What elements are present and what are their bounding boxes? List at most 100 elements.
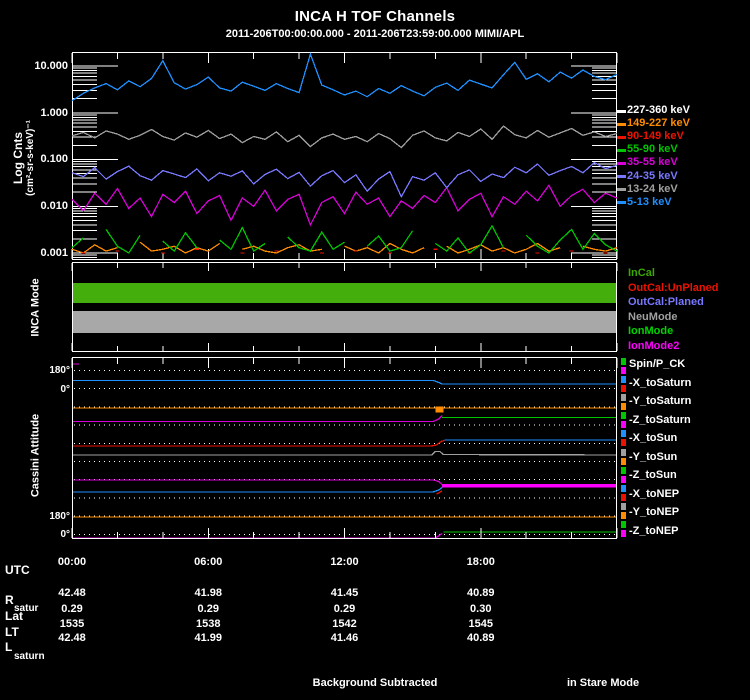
panel-border: [72, 52, 617, 260]
legend-item-90-149 keV: 90-149 keV: [627, 130, 684, 143]
attitude-ytick-0-bot: 0°: [60, 529, 70, 540]
legend-item-IonMode: IonMode: [628, 325, 674, 337]
table-cell-l-0: 42.48: [58, 632, 86, 644]
legend-item--X_toSun: -X_toSun: [629, 432, 678, 444]
attitude-line: [72, 415, 443, 423]
lt-row-label: LT: [5, 625, 19, 639]
mode-active-upper: [73, 283, 616, 303]
table-cell-lat-1: 0.29: [197, 603, 219, 615]
plot-canvas: INCA H TOF Channels 2011-206T00:00:00.00…: [0, 0, 750, 700]
attitude-line: [72, 439, 445, 447]
tof-channels-panel: [71, 52, 618, 260]
table-cell-l-1: 41.99: [194, 632, 223, 644]
legend-item--Y_toSaturn: -Y_toSaturn: [629, 395, 692, 407]
r-row-label: R: [5, 593, 14, 607]
tof-ytick-0p1: 0.100: [40, 153, 68, 165]
table-cell-lat-0: 0.29: [61, 603, 83, 615]
panel-border: [72, 262, 617, 352]
edge-key: [621, 430, 626, 438]
edge-key: [621, 448, 626, 456]
time-range-subtitle: 2011-206T00:00:00.000 - 2011-206T23:59:0…: [225, 28, 525, 40]
mode-y-axis-title: INCA Mode: [29, 278, 42, 337]
legend-key-90-149 keV: [617, 135, 626, 139]
legend-item-13-24 keV: 13-24 keV: [627, 182, 678, 195]
attitude-y-axis-title: Cassini Attitude: [29, 413, 42, 498]
trace-55-90 keV: [287, 230, 345, 252]
legend-item-OutCal:UnPlaned: OutCal:UnPlaned: [628, 281, 719, 294]
table-cell-lat-2: 0.29: [333, 603, 356, 615]
legend-item--Y_toNEP: -Y_toNEP: [629, 506, 680, 518]
legend-item--Z_toSun: -Z_toSun: [629, 469, 677, 481]
attitude-line: [72, 450, 618, 456]
table-cell-l-3: 40.89: [466, 632, 495, 644]
edge-key: [621, 512, 626, 520]
table-cell-r-3: 40.89: [466, 587, 495, 599]
background-subtracted-note: Background Subtracted: [312, 677, 438, 689]
table-cell-lt-3: 1545: [468, 618, 493, 630]
legend-item--Z_toSaturn: -Z_toSaturn: [629, 413, 691, 426]
edge-key: [621, 475, 626, 483]
attitude-line: [72, 486, 443, 493]
table-cell-lt-0: 1535: [59, 618, 85, 630]
stare-mode-note: in Stare Mode: [566, 677, 640, 689]
edge-key: [621, 393, 626, 401]
legend-item-InCal: InCal: [628, 267, 655, 279]
attitude-line: [72, 479, 443, 485]
l-row-label: L: [5, 640, 13, 654]
legend-item--X_toSaturn: -X_toSaturn: [629, 376, 692, 389]
edge-key: [621, 466, 626, 474]
edge-key: [621, 384, 626, 392]
edge-key: [621, 503, 626, 511]
l-row-sub: saturn: [14, 651, 45, 662]
table-cell-r-2: 41.45: [330, 587, 359, 599]
edge-key: [621, 375, 626, 383]
legend-item-OutCal:Planed: OutCal:Planed: [628, 296, 704, 308]
trace-149-227 keV: [139, 241, 220, 254]
edge-key: [621, 357, 626, 365]
attitude-line: [436, 490, 443, 495]
attitude-ytick-180-top: 180°: [49, 365, 70, 376]
legend-item-149-227 keV: 149-227 keV: [627, 117, 690, 130]
edge-key: [621, 366, 626, 374]
legend-key-227-360 keV: [617, 109, 626, 113]
table-cell-utc-2: 12:00: [330, 556, 359, 568]
legend-key-55-90 keV: [617, 148, 626, 152]
page-title: INCA H TOF Channels: [294, 8, 456, 25]
tof-ytick-0p001: 0.001: [40, 247, 68, 259]
edge-key: [621, 439, 626, 447]
legend-key-5-13 keV: [617, 201, 626, 205]
legend-item--Z_toNEP: -Z_toNEP: [629, 524, 679, 537]
table-cell-utc-0: 00:00: [57, 556, 87, 568]
tof-ytick-0p01: 0.010: [40, 200, 68, 212]
trace-13-24 keV: [71, 125, 618, 149]
legend-item-35-55 keV: 35-55 keV: [627, 156, 678, 169]
edge-key: [621, 457, 626, 465]
trace-55-90 keV: [219, 226, 266, 253]
inca-mode-panel: [71, 262, 618, 352]
table-cell-r-0: 42.48: [58, 587, 86, 599]
edge-key: [621, 530, 626, 538]
legend-item--X_toNEP: -X_toNEP: [629, 487, 680, 500]
edge-key: [621, 521, 626, 529]
legend-key-35-55 keV: [617, 161, 626, 165]
edge-key: [621, 494, 626, 501]
attitude-ytick-180-bot: 180°: [49, 511, 70, 522]
attitude-ytick-0-top: 0°: [60, 384, 70, 395]
table-cell-utc-1: 06:00: [194, 556, 223, 568]
legend-item-55-90 keV: 55-90 keV: [627, 143, 678, 156]
edge-key: [621, 412, 626, 420]
legend-item-5-13 keV: 5-13 keV: [627, 195, 672, 208]
legend-item-NeuMode: NeuMode: [628, 310, 678, 323]
legend-item-IonMode2: IonMode2: [628, 339, 680, 352]
legend-item--Y_toSun: -Y_toSun: [629, 450, 678, 463]
tof-ytick-1: 1.000: [40, 107, 68, 119]
legend-key-149-227 keV: [617, 122, 626, 126]
legend-item-Spin/P_CK: Spin/P_CK: [629, 358, 686, 370]
legend-key-24-35 keV: [617, 175, 626, 178]
trace-35-55 keV: [71, 184, 618, 227]
attitude-line: [72, 532, 443, 539]
edge-key: [621, 484, 626, 492]
table-cell-utc-3: 18:00: [466, 556, 495, 568]
table-cell-lt-2: 1542: [332, 618, 357, 630]
legend-key-13-24 keV: [617, 188, 626, 192]
